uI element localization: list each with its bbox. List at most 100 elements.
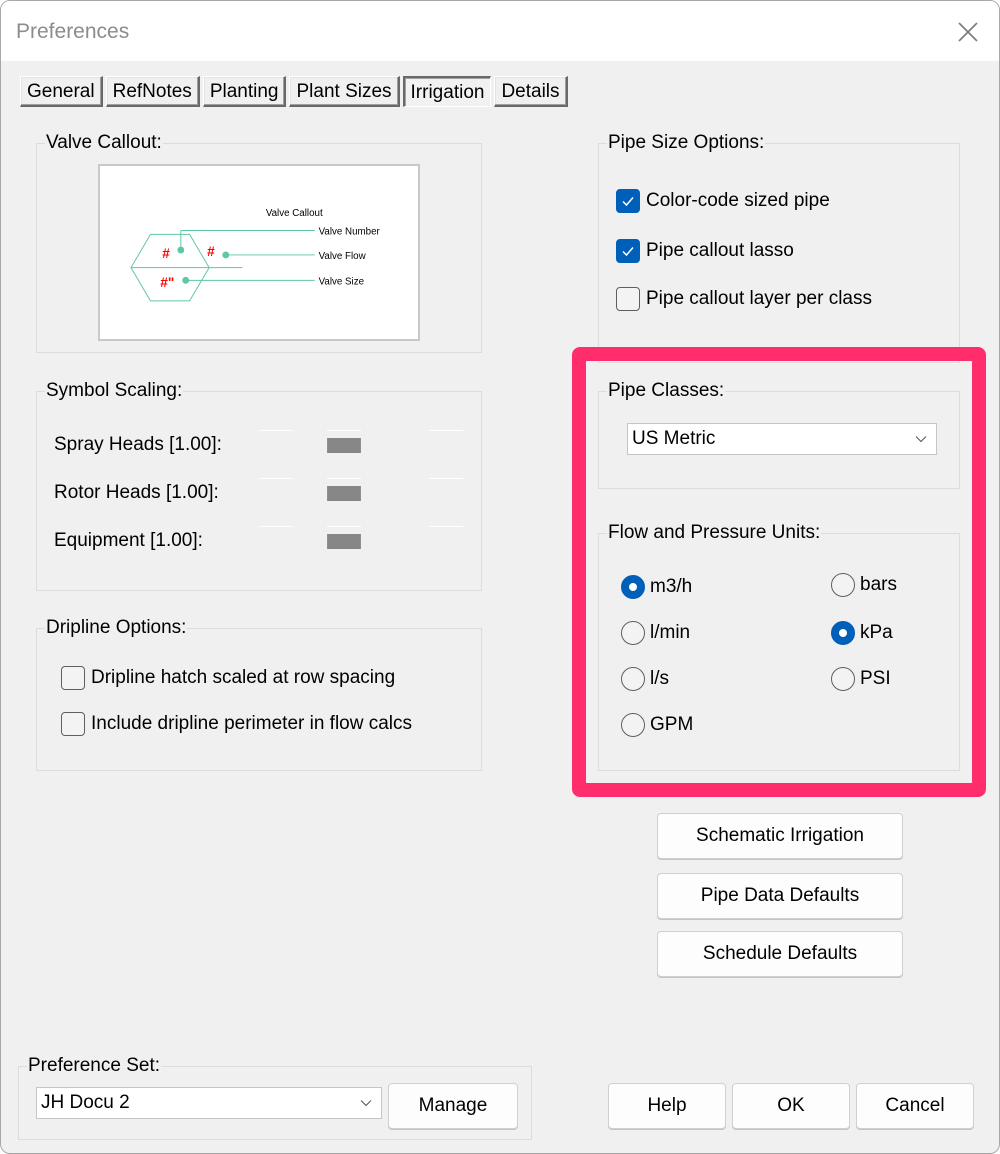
checkmark-icon [622,247,634,257]
pipe-callout-lasso-checkbox[interactable]: Pipe callout lasso [616,239,794,263]
tab-general[interactable]: General [20,76,103,107]
rotor-heads-slider[interactable] [327,486,361,501]
radio-button[interactable] [621,575,645,599]
checkbox-box[interactable] [61,712,85,736]
checkmark-icon [622,197,634,207]
checkbox-label: Pipe callout layer per class [646,288,872,309]
radio-label: bars [860,574,897,595]
radio-bars[interactable]: bars [831,573,897,597]
tab-plant-sizes[interactable]: Plant Sizes [289,76,400,107]
schedule-defaults-button[interactable]: Schedule Defaults [657,931,903,977]
checkbox-box[interactable] [616,287,640,311]
checkbox-label: Include dripline perimeter in flow calcs [91,713,413,734]
slider-tick [327,526,361,527]
ok-button[interactable]: OK [732,1083,850,1129]
window-title: Preferences [16,20,130,43]
schematic-irrigation-button[interactable]: Schematic Irrigation [657,813,903,859]
tab-refnotes[interactable]: RefNotes [105,76,200,107]
radio-label: m3/h [650,576,693,597]
spray-heads-slider[interactable] [327,438,361,453]
tab-bar: General RefNotes Planting Plant Sizes Ir… [20,76,568,107]
pipe-data-defaults-button[interactable]: Pipe Data Defaults [657,873,903,919]
slider-tick [429,526,463,527]
radio-button[interactable] [621,713,645,737]
chevron-down-icon [360,1100,372,1107]
dripline-hatch-checkbox[interactable]: Dripline hatch scaled at row spacing [61,666,395,690]
equipment-label: Equipment [1.00]: [54,530,203,551]
spray-heads-label: Spray Heads [1.00]: [54,434,222,455]
tab-planting[interactable]: Planting [202,76,287,107]
equipment-slider[interactable] [327,534,361,549]
valve-size-dot [182,276,190,284]
radio-button[interactable] [831,621,855,645]
valve-callout-label: Valve Callout: [45,131,163,155]
radio-button[interactable] [831,573,855,597]
radio-label: kPa [860,622,893,643]
checkbox-label: Dripline hatch scaled at row spacing [91,667,396,688]
radio-label: GPM [650,714,694,735]
slider-tick [259,478,293,479]
close-button[interactable] [951,15,985,49]
dripline-options-label: Dripline Options: [45,616,188,640]
radio-ls[interactable]: l/s [621,667,669,691]
manage-button[interactable]: Manage [388,1083,518,1129]
radio-label: l/min [650,622,691,643]
dripline-options-group: Dripline Options: Dripline hatch scaled … [36,616,482,771]
pipe-classes-value: US Metric [632,428,716,449]
slider-tick [327,430,361,431]
tab-irrigation[interactable]: Irrigation [402,76,492,107]
checkbox-box[interactable] [61,666,85,690]
checkbox-box[interactable] [616,189,640,213]
preferences-dialog: Preferences General RefNotes Planting Pl… [0,0,1000,1154]
valve-size-label: Valve Size [319,276,364,287]
close-icon [958,22,978,42]
checkbox-label: Pipe callout lasso [646,240,794,261]
valve-number-label: Valve Number [319,226,381,237]
preference-set-label: Preference Set: [27,1054,162,1078]
tab-details[interactable]: Details [494,76,568,107]
pipe-size-options-label: Pipe Size Options: [607,131,766,155]
slider-tick [429,478,463,479]
cancel-button[interactable]: Cancel [856,1083,974,1129]
dripline-perimeter-checkbox[interactable]: Include dripline perimeter in flow calcs [61,712,412,736]
chevron-down-icon [915,436,927,443]
slider-tick [429,430,463,431]
radio-lmin[interactable]: l/min [621,621,690,645]
preference-set-group: Preference Set: JH Docu 2 Manage [18,1054,532,1140]
checkbox-label: Color-code sized pipe [646,190,830,211]
radio-psi[interactable]: PSI [831,667,891,691]
valve-callout-preview: # # #" Valve Callout Valve Number Valve … [98,164,420,341]
radio-button[interactable] [621,667,645,691]
symbol-scaling-group: Symbol Scaling: Spray Heads [1.00]: Roto… [36,379,482,591]
radio-button[interactable] [831,667,855,691]
valve-flow-label: Valve Flow [319,251,367,262]
radio-m3h[interactable]: m3/h [621,575,692,599]
callout-preview-title: Valve Callout [266,208,323,219]
title-bar: Preferences [1,1,999,61]
radio-button[interactable] [621,621,645,645]
pipe-classes-select[interactable]: US Metric [627,423,937,455]
slider-tick [327,478,361,479]
valve-callout-diagram: # # #" Valve Callout Valve Number Valve … [130,208,381,302]
pipe-classes-group: Pipe Classes: US Metric [598,379,960,489]
preference-set-select[interactable]: JH Docu 2 [36,1087,382,1119]
flow-pressure-units-group: Flow and Pressure Units: m3/h l/min l/s … [598,521,960,771]
radio-kpa[interactable]: kPa [831,621,893,645]
radio-label: PSI [860,668,891,689]
valve-number-placeholder: # [162,246,170,261]
slider-tick [259,526,293,527]
rotor-heads-label: Rotor Heads [1.00]: [54,482,219,503]
valve-callout-group: Valve Callout: # # #" Valve Callout Valv… [36,131,482,353]
valve-number-dot [177,246,185,254]
valve-flow-placeholder: # [207,244,215,259]
preference-set-value: JH Docu 2 [41,1092,130,1113]
radio-gpm[interactable]: GPM [621,713,693,737]
pipe-callout-layer-checkbox[interactable]: Pipe callout layer per class [616,287,872,311]
radio-label: l/s [650,668,669,689]
checkbox-box[interactable] [616,239,640,263]
pipe-size-options-group: Pipe Size Options: Color-code sized pipe… [598,131,960,363]
color-code-sized-pipe-checkbox[interactable]: Color-code sized pipe [616,189,830,213]
help-button[interactable]: Help [608,1083,726,1129]
pipe-classes-label: Pipe Classes: [607,379,726,403]
symbol-scaling-label: Symbol Scaling: [45,379,184,403]
